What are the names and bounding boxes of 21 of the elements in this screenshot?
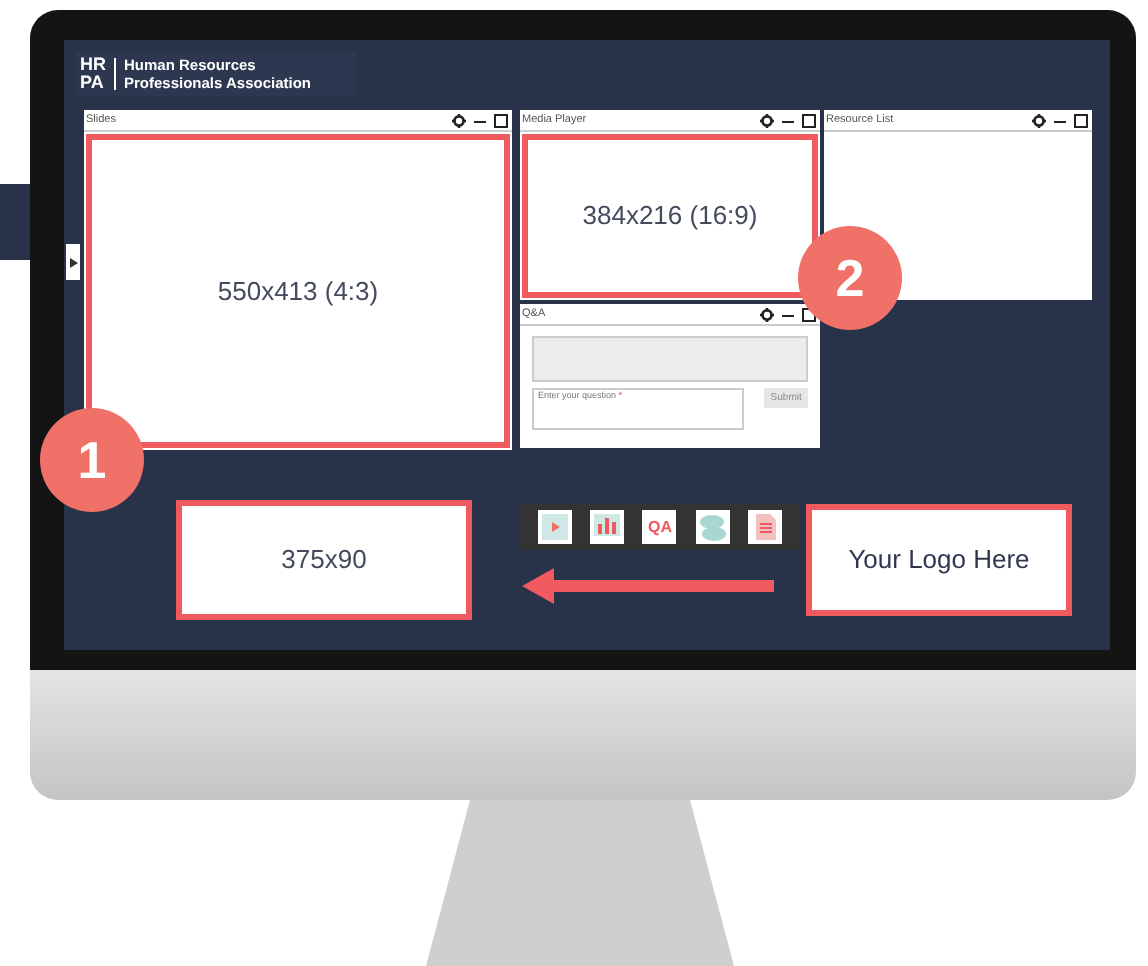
dimension-label: 550x413 (4:3) <box>217 273 379 310</box>
qa-icon[interactable]: QA <box>642 510 677 544</box>
maximize-icon[interactable] <box>802 113 816 127</box>
side-tab[interactable] <box>66 244 80 280</box>
dimension-label: 384x216 (16:9) <box>582 198 758 235</box>
settings-icon[interactable] <box>452 113 466 127</box>
chat-icon[interactable] <box>695 510 730 544</box>
expand-arrow-icon <box>69 257 77 267</box>
settings-icon[interactable] <box>760 113 774 127</box>
logo-mark: HR <box>80 56 106 74</box>
film-icon[interactable] <box>537 510 572 544</box>
settings-icon[interactable] <box>760 307 774 321</box>
settings-icon[interactable] <box>1032 113 1046 127</box>
logo-mark: PA <box>80 74 106 92</box>
bar-chart-icon[interactable] <box>590 510 625 544</box>
left-arrow-icon <box>522 568 774 604</box>
logo-placeholder-label: Your Logo Here <box>848 542 1030 579</box>
maximize-icon[interactable] <box>494 113 508 127</box>
dimension-label: 375x90 <box>281 542 367 579</box>
maximize-icon[interactable] <box>1074 113 1088 127</box>
document-icon[interactable] <box>748 510 783 544</box>
